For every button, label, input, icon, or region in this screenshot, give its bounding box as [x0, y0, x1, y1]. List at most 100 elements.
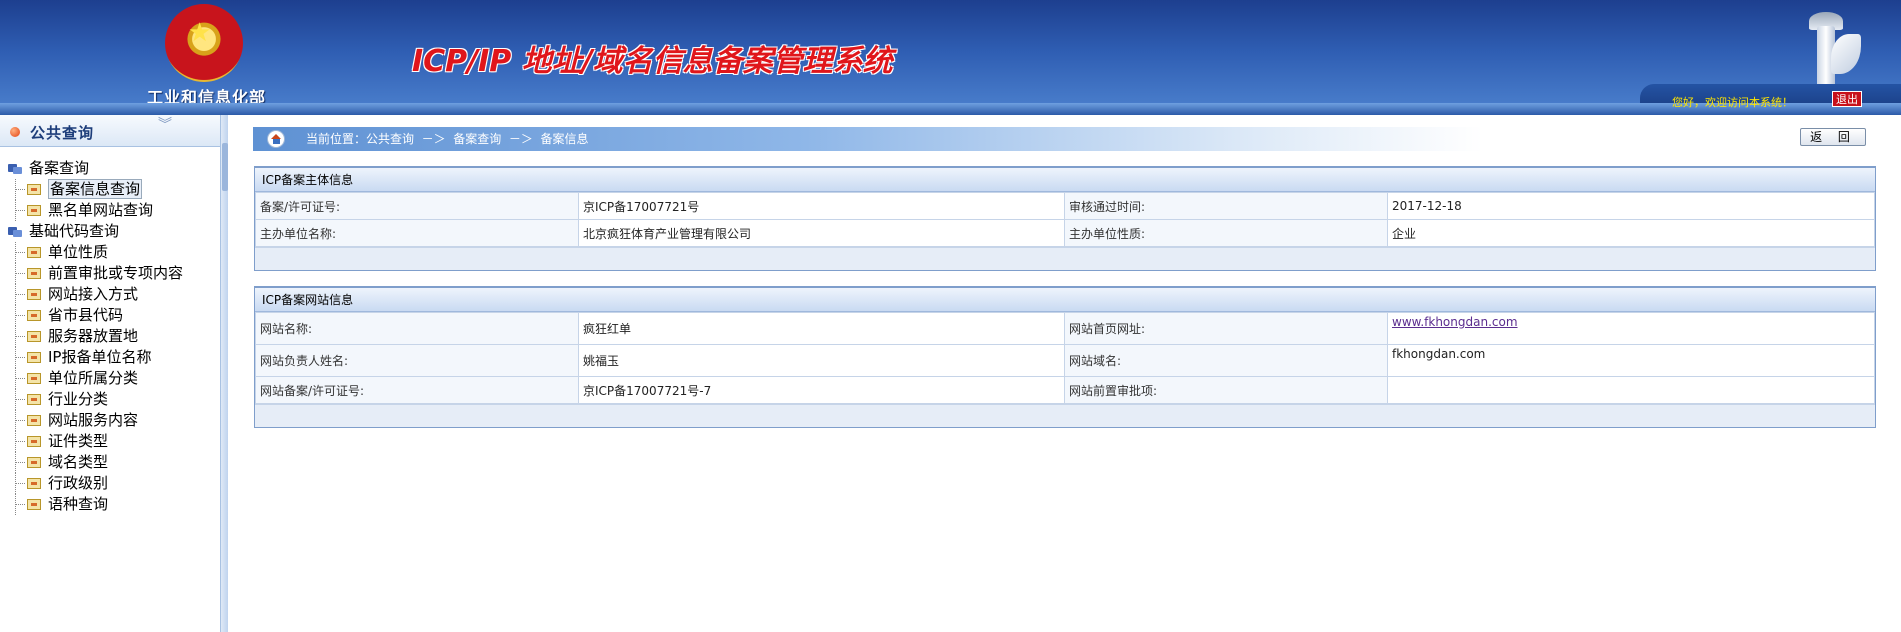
tree-item-service-content[interactable]: 网站服务内容: [0, 410, 220, 431]
logout-button[interactable]: 退出: [1832, 91, 1862, 107]
tree-item-label: 备案信息查询: [48, 179, 143, 199]
field-label: 网站前置审批项:: [1064, 376, 1388, 404]
field-value: [1387, 376, 1875, 404]
panel-title: ICP备案网站信息: [255, 288, 1875, 312]
field-label: 网站名称:: [255, 312, 579, 345]
field-value: 京ICP备17007721号-7: [578, 376, 1065, 404]
tree-item-label: 网站服务内容: [48, 411, 139, 429]
field-value: 京ICP备17007721号: [578, 192, 1065, 220]
page-icon: [27, 352, 41, 363]
field-label: 网站域名:: [1064, 344, 1388, 377]
homepage-url-link[interactable]: www.fkhongdan.com: [1392, 315, 1518, 329]
tree-item-label: 行政级别: [48, 474, 109, 492]
national-emblem-icon: ★: [165, 4, 243, 82]
tree-group-base-code-query[interactable]: 基础代码查询: [0, 221, 220, 242]
field-label: 主办单位名称:: [255, 219, 579, 247]
tree-group-label: 备案查询: [29, 159, 90, 177]
breadcrumb-text: 当前位置：公共查询 －＞ 备案查询 －＞ 备案信息: [306, 132, 589, 146]
collapse-handle-icon[interactable]: [222, 143, 228, 191]
folder-group-icon: [8, 225, 22, 237]
tree-item-domain-type[interactable]: 域名类型: [0, 452, 220, 473]
field-value: 2017-12-18: [1387, 192, 1875, 220]
sidebar: 公共查询 ︾ 备案查询 备案信息查询 黑名单网站查询 基础代码查询 单位性质 前…: [0, 115, 222, 632]
field-label: 网站负责人姓名:: [255, 344, 579, 377]
tree-item-label: 语种查询: [48, 495, 109, 513]
tree-item-admin-level[interactable]: 行政级别: [0, 473, 220, 494]
tree-item-unit-nature[interactable]: 单位性质: [0, 242, 220, 263]
table-row: 网站负责人姓名: 姚福玉 网站域名: fkhongdan.com: [255, 344, 1875, 377]
tree-item-label: 单位所属分类: [48, 369, 139, 387]
tree-item-language[interactable]: 语种查询: [0, 494, 220, 515]
emblem-star: ★: [188, 18, 212, 48]
tree-item-label: 单位性质: [48, 243, 109, 261]
welcome-text: 您好，欢迎访问本系统！: [1672, 96, 1793, 109]
tree-item-ip-unit-name[interactable]: IP报备单位名称: [0, 347, 220, 368]
folder-group-icon: [8, 162, 22, 174]
field-value: 疯狂红单: [578, 312, 1065, 345]
breadcrumb: 当前位置：公共查询 －＞ 备案查询 －＞ 备案信息: [253, 127, 1483, 151]
system-title: ICP/IP 地址/域名信息备案管理系统: [412, 44, 893, 79]
page-icon: [27, 331, 41, 342]
tree-group-label: 基础代码查询: [29, 222, 120, 240]
field-value: 姚福玉: [578, 344, 1065, 377]
tree-item-blacklist-query[interactable]: 黑名单网站查询: [0, 200, 220, 221]
tree-item-label: 前置审批或专项内容: [48, 264, 184, 282]
chevron-double-down-icon[interactable]: ︾: [158, 118, 172, 132]
page-icon: [27, 247, 41, 258]
tree-item-label: 省市县代码: [48, 306, 124, 324]
page-icon: [27, 499, 41, 510]
panel-footer: [255, 404, 1875, 427]
page-icon: [27, 373, 41, 384]
page-icon: [27, 310, 41, 321]
field-label: 备案/许可证号:: [255, 192, 579, 220]
field-label: 审核通过时间:: [1064, 192, 1388, 220]
field-value: fkhongdan.com: [1387, 344, 1875, 377]
panel-title: ICP备案主体信息: [255, 168, 1875, 192]
page-icon: [27, 478, 41, 489]
back-button[interactable]: 返 回: [1800, 128, 1866, 146]
tree-item-id-type[interactable]: 证件类型: [0, 431, 220, 452]
tree-item-access-method[interactable]: 网站接入方式: [0, 284, 220, 305]
home-icon: [267, 130, 285, 148]
page-icon: [27, 436, 41, 447]
page-icon: [27, 205, 41, 216]
page-icon: [27, 394, 41, 405]
table-row: 网站名称: 疯狂红单 网站首页网址: www.fkhongdan.com: [255, 312, 1875, 345]
tree-item-unit-category[interactable]: 单位所属分类: [0, 368, 220, 389]
page-icon: [27, 268, 41, 279]
table-row: 主办单位名称: 北京疯狂体育产业管理有限公司 主办单位性质: 企业: [255, 219, 1875, 247]
sidebar-splitter[interactable]: [220, 115, 228, 632]
tree-item-label: 服务器放置地: [48, 327, 139, 345]
sidebar-title: 公共查询: [30, 124, 95, 142]
page-icon: [27, 289, 41, 300]
icp-subject-panel: ICP备案主体信息 备案/许可证号: 京ICP备17007721号 审核通过时间…: [254, 166, 1876, 271]
bullet-icon: [10, 127, 20, 137]
table-row: 网站备案/许可证号: 京ICP备17007721号-7 网站前置审批项:: [255, 376, 1875, 404]
tree-item-label: IP报备单位名称: [48, 348, 152, 366]
icp-website-panel: ICP备案网站信息 网站名称: 疯狂红单 网站首页网址: www.fkhongd…: [254, 286, 1876, 428]
sidebar-header[interactable]: 公共查询 ︾: [0, 115, 222, 147]
tree-item-industry[interactable]: 行业分类: [0, 389, 220, 410]
tree-item-label: 网站接入方式: [48, 285, 139, 303]
tree-item-label: 证件类型: [48, 432, 109, 450]
tree-item-label: 行业分类: [48, 390, 109, 408]
tree-item-server-location[interactable]: 服务器放置地: [0, 326, 220, 347]
field-label: 主办单位性质:: [1064, 219, 1388, 247]
tree-item-pre-approval[interactable]: 前置审批或专项内容: [0, 263, 220, 284]
tree-group-filing-query[interactable]: 备案查询: [0, 158, 220, 179]
tree-item-label: 域名类型: [48, 453, 109, 471]
field-label: 网站首页网址:: [1064, 312, 1388, 345]
tree-item-region-code[interactable]: 省市县代码: [0, 305, 220, 326]
page-icon: [27, 184, 41, 195]
page-icon: [27, 415, 41, 426]
homepage-url-cell: www.fkhongdan.com: [1387, 312, 1875, 345]
website-info-table: 网站名称: 疯狂红单 网站首页网址: www.fkhongdan.com 网站负…: [255, 312, 1875, 404]
panel-footer: [255, 247, 1875, 270]
header-stripe: [0, 103, 1901, 115]
page-icon: [27, 457, 41, 468]
field-value: 北京疯狂体育产业管理有限公司: [578, 219, 1065, 247]
subject-info-table: 备案/许可证号: 京ICP备17007721号 审核通过时间: 2017-12-…: [255, 192, 1875, 247]
tree-item-filing-info-query[interactable]: 备案信息查询: [0, 179, 220, 200]
tree-item-label: 黑名单网站查询: [48, 201, 154, 219]
header: ★ 工业和信息化部 ICP/IP 地址/域名信息备案管理系统: [0, 0, 1901, 115]
